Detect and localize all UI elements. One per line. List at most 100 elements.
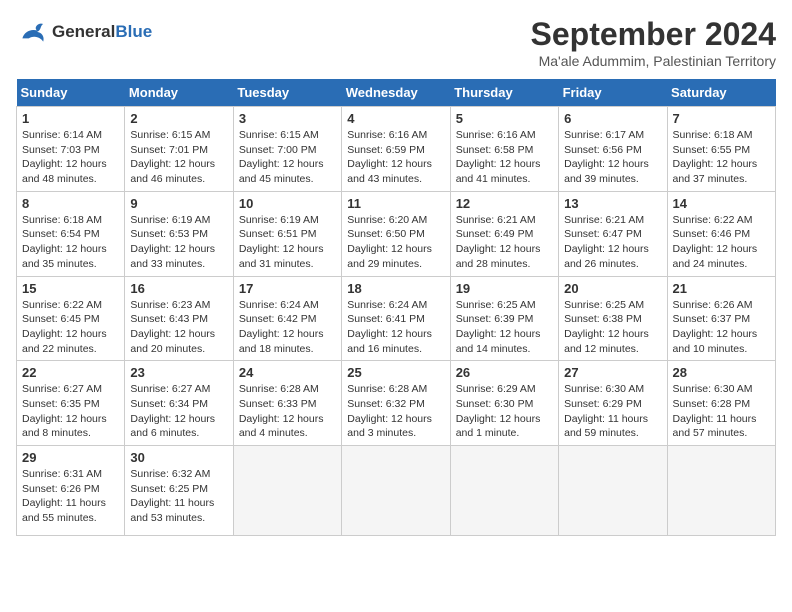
day-info: Sunrise: 6:25 AM Sunset: 6:38 PM Dayligh… bbox=[564, 298, 661, 357]
day-info: Sunrise: 6:21 AM Sunset: 6:49 PM Dayligh… bbox=[456, 213, 553, 272]
title-block: September 2024 Ma'ale Adummim, Palestini… bbox=[531, 16, 776, 69]
empty-day-cell bbox=[559, 446, 667, 536]
day-info: Sunrise: 6:19 AM Sunset: 6:53 PM Dayligh… bbox=[130, 213, 227, 272]
day-number: 19 bbox=[456, 281, 553, 296]
day-number: 27 bbox=[564, 365, 661, 380]
day-cell: 22 Sunrise: 6:27 AM Sunset: 6:35 PM Dayl… bbox=[17, 361, 125, 446]
day-cell: 27 Sunrise: 6:30 AM Sunset: 6:29 PM Dayl… bbox=[559, 361, 667, 446]
day-info: Sunrise: 6:22 AM Sunset: 6:45 PM Dayligh… bbox=[22, 298, 119, 357]
day-number: 25 bbox=[347, 365, 444, 380]
day-info: Sunrise: 6:25 AM Sunset: 6:39 PM Dayligh… bbox=[456, 298, 553, 357]
calendar-week-row: 8 Sunrise: 6:18 AM Sunset: 6:54 PM Dayli… bbox=[17, 191, 776, 276]
logo: GeneralBlue bbox=[16, 16, 152, 48]
day-cell: 23 Sunrise: 6:27 AM Sunset: 6:34 PM Dayl… bbox=[125, 361, 233, 446]
day-cell: 4 Sunrise: 6:16 AM Sunset: 6:59 PM Dayli… bbox=[342, 107, 450, 192]
day-info: Sunrise: 6:18 AM Sunset: 6:55 PM Dayligh… bbox=[673, 128, 770, 187]
day-number: 21 bbox=[673, 281, 770, 296]
day-cell: 15 Sunrise: 6:22 AM Sunset: 6:45 PM Dayl… bbox=[17, 276, 125, 361]
day-number: 1 bbox=[22, 111, 119, 126]
day-number: 24 bbox=[239, 365, 336, 380]
day-info: Sunrise: 6:24 AM Sunset: 6:41 PM Dayligh… bbox=[347, 298, 444, 357]
page-header: GeneralBlue September 2024 Ma'ale Adummi… bbox=[16, 16, 776, 69]
day-cell: 29 Sunrise: 6:31 AM Sunset: 6:26 PM Dayl… bbox=[17, 446, 125, 536]
day-number: 5 bbox=[456, 111, 553, 126]
day-cell: 16 Sunrise: 6:23 AM Sunset: 6:43 PM Dayl… bbox=[125, 276, 233, 361]
day-info: Sunrise: 6:22 AM Sunset: 6:46 PM Dayligh… bbox=[673, 213, 770, 272]
day-cell: 24 Sunrise: 6:28 AM Sunset: 6:33 PM Dayl… bbox=[233, 361, 341, 446]
empty-day-cell bbox=[342, 446, 450, 536]
day-cell: 9 Sunrise: 6:19 AM Sunset: 6:53 PM Dayli… bbox=[125, 191, 233, 276]
day-info: Sunrise: 6:26 AM Sunset: 6:37 PM Dayligh… bbox=[673, 298, 770, 357]
weekday-header: Saturday bbox=[667, 79, 775, 107]
day-info: Sunrise: 6:30 AM Sunset: 6:28 PM Dayligh… bbox=[673, 382, 770, 441]
empty-day-cell bbox=[233, 446, 341, 536]
weekday-header: Tuesday bbox=[233, 79, 341, 107]
day-info: Sunrise: 6:14 AM Sunset: 7:03 PM Dayligh… bbox=[22, 128, 119, 187]
day-info: Sunrise: 6:18 AM Sunset: 6:54 PM Dayligh… bbox=[22, 213, 119, 272]
day-info: Sunrise: 6:28 AM Sunset: 6:33 PM Dayligh… bbox=[239, 382, 336, 441]
logo-icon bbox=[16, 16, 48, 48]
location-subtitle: Ma'ale Adummim, Palestinian Territory bbox=[531, 53, 776, 69]
day-cell: 19 Sunrise: 6:25 AM Sunset: 6:39 PM Dayl… bbox=[450, 276, 558, 361]
day-info: Sunrise: 6:19 AM Sunset: 6:51 PM Dayligh… bbox=[239, 213, 336, 272]
day-number: 13 bbox=[564, 196, 661, 211]
day-cell: 17 Sunrise: 6:24 AM Sunset: 6:42 PM Dayl… bbox=[233, 276, 341, 361]
day-info: Sunrise: 6:27 AM Sunset: 6:34 PM Dayligh… bbox=[130, 382, 227, 441]
day-info: Sunrise: 6:24 AM Sunset: 6:42 PM Dayligh… bbox=[239, 298, 336, 357]
day-info: Sunrise: 6:32 AM Sunset: 6:25 PM Dayligh… bbox=[130, 467, 227, 526]
logo-text: GeneralBlue bbox=[52, 22, 152, 42]
empty-day-cell bbox=[667, 446, 775, 536]
day-cell: 6 Sunrise: 6:17 AM Sunset: 6:56 PM Dayli… bbox=[559, 107, 667, 192]
day-cell: 13 Sunrise: 6:21 AM Sunset: 6:47 PM Dayl… bbox=[559, 191, 667, 276]
weekday-header: Monday bbox=[125, 79, 233, 107]
day-number: 18 bbox=[347, 281, 444, 296]
day-cell: 2 Sunrise: 6:15 AM Sunset: 7:01 PM Dayli… bbox=[125, 107, 233, 192]
calendar-week-row: 29 Sunrise: 6:31 AM Sunset: 6:26 PM Dayl… bbox=[17, 446, 776, 536]
day-number: 2 bbox=[130, 111, 227, 126]
day-number: 10 bbox=[239, 196, 336, 211]
day-info: Sunrise: 6:23 AM Sunset: 6:43 PM Dayligh… bbox=[130, 298, 227, 357]
day-cell: 8 Sunrise: 6:18 AM Sunset: 6:54 PM Dayli… bbox=[17, 191, 125, 276]
day-info: Sunrise: 6:15 AM Sunset: 7:01 PM Dayligh… bbox=[130, 128, 227, 187]
day-number: 29 bbox=[22, 450, 119, 465]
day-cell: 30 Sunrise: 6:32 AM Sunset: 6:25 PM Dayl… bbox=[125, 446, 233, 536]
day-cell: 5 Sunrise: 6:16 AM Sunset: 6:58 PM Dayli… bbox=[450, 107, 558, 192]
day-number: 4 bbox=[347, 111, 444, 126]
day-number: 16 bbox=[130, 281, 227, 296]
day-info: Sunrise: 6:15 AM Sunset: 7:00 PM Dayligh… bbox=[239, 128, 336, 187]
day-number: 7 bbox=[673, 111, 770, 126]
day-info: Sunrise: 6:17 AM Sunset: 6:56 PM Dayligh… bbox=[564, 128, 661, 187]
day-info: Sunrise: 6:28 AM Sunset: 6:32 PM Dayligh… bbox=[347, 382, 444, 441]
day-number: 12 bbox=[456, 196, 553, 211]
day-info: Sunrise: 6:29 AM Sunset: 6:30 PM Dayligh… bbox=[456, 382, 553, 441]
day-number: 30 bbox=[130, 450, 227, 465]
day-number: 23 bbox=[130, 365, 227, 380]
day-cell: 20 Sunrise: 6:25 AM Sunset: 6:38 PM Dayl… bbox=[559, 276, 667, 361]
day-cell: 1 Sunrise: 6:14 AM Sunset: 7:03 PM Dayli… bbox=[17, 107, 125, 192]
day-info: Sunrise: 6:16 AM Sunset: 6:58 PM Dayligh… bbox=[456, 128, 553, 187]
day-cell: 3 Sunrise: 6:15 AM Sunset: 7:00 PM Dayli… bbox=[233, 107, 341, 192]
empty-day-cell bbox=[450, 446, 558, 536]
day-info: Sunrise: 6:27 AM Sunset: 6:35 PM Dayligh… bbox=[22, 382, 119, 441]
day-info: Sunrise: 6:16 AM Sunset: 6:59 PM Dayligh… bbox=[347, 128, 444, 187]
day-cell: 25 Sunrise: 6:28 AM Sunset: 6:32 PM Dayl… bbox=[342, 361, 450, 446]
day-number: 11 bbox=[347, 196, 444, 211]
day-cell: 14 Sunrise: 6:22 AM Sunset: 6:46 PM Dayl… bbox=[667, 191, 775, 276]
day-number: 17 bbox=[239, 281, 336, 296]
day-number: 6 bbox=[564, 111, 661, 126]
weekday-header: Sunday bbox=[17, 79, 125, 107]
day-number: 3 bbox=[239, 111, 336, 126]
day-cell: 12 Sunrise: 6:21 AM Sunset: 6:49 PM Dayl… bbox=[450, 191, 558, 276]
weekday-header: Friday bbox=[559, 79, 667, 107]
day-cell: 10 Sunrise: 6:19 AM Sunset: 6:51 PM Dayl… bbox=[233, 191, 341, 276]
weekday-header-row: SundayMondayTuesdayWednesdayThursdayFrid… bbox=[17, 79, 776, 107]
calendar-week-row: 15 Sunrise: 6:22 AM Sunset: 6:45 PM Dayl… bbox=[17, 276, 776, 361]
day-cell: 7 Sunrise: 6:18 AM Sunset: 6:55 PM Dayli… bbox=[667, 107, 775, 192]
day-number: 22 bbox=[22, 365, 119, 380]
weekday-header: Thursday bbox=[450, 79, 558, 107]
day-info: Sunrise: 6:21 AM Sunset: 6:47 PM Dayligh… bbox=[564, 213, 661, 272]
day-number: 28 bbox=[673, 365, 770, 380]
day-info: Sunrise: 6:30 AM Sunset: 6:29 PM Dayligh… bbox=[564, 382, 661, 441]
day-info: Sunrise: 6:20 AM Sunset: 6:50 PM Dayligh… bbox=[347, 213, 444, 272]
day-number: 9 bbox=[130, 196, 227, 211]
